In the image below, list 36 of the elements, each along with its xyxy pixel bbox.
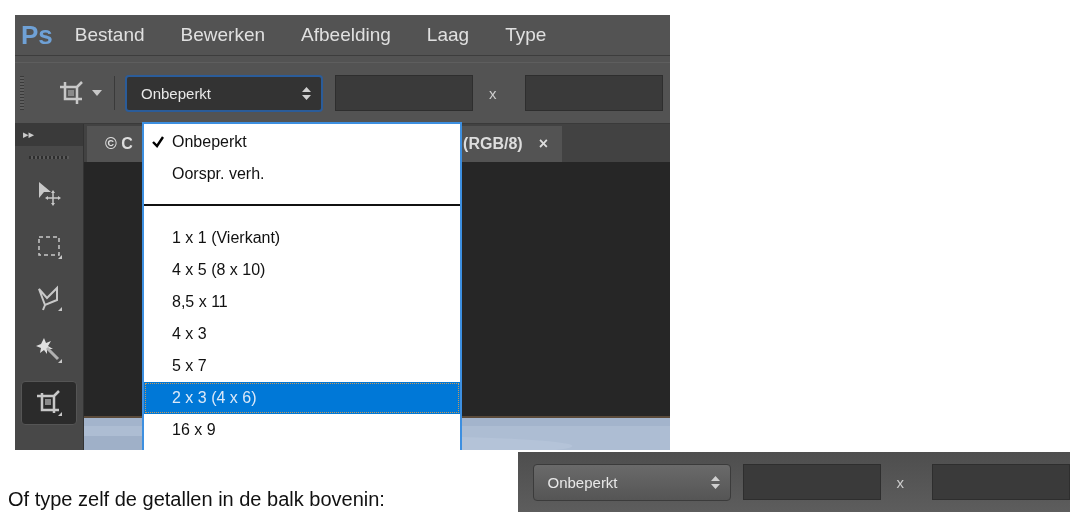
menu-item[interactable]: Laag [426, 24, 470, 46]
app-logo: Ps [21, 19, 53, 51]
menu-option[interactable]: 1 x 1 (Vierkant) [144, 222, 460, 254]
crop-icon[interactable] [58, 80, 84, 106]
times-label: x [489, 84, 497, 102]
times-label: x [896, 473, 904, 491]
menu-option[interactable]: Onbeperkt [144, 126, 460, 158]
menu-item[interactable]: Type [505, 24, 547, 46]
menu-option[interactable]: 5 x 7 [144, 350, 460, 382]
preset-select[interactable]: Onbeperkt [125, 74, 323, 112]
preset-select[interactable]: Onbeperkt [532, 463, 731, 501]
magic-wand-icon [35, 336, 63, 364]
updown-arrow-icon[interactable] [302, 86, 311, 100]
updown-arrow-icon[interactable] [710, 475, 720, 489]
tool-button[interactable] [21, 381, 77, 425]
caret-icon[interactable] [92, 90, 102, 96]
menu-item[interactable]: Bestand [74, 24, 145, 46]
menu-option[interactable]: 4 x 3 [144, 318, 460, 350]
crop-tool-icon [35, 389, 63, 417]
lasso-tool-icon [35, 284, 63, 312]
height-field[interactable] [524, 75, 663, 111]
menu-item[interactable]: Bewerken [180, 24, 266, 46]
width-field[interactable] [335, 75, 473, 111]
collapse-button[interactable]: ▸▸ [15, 124, 83, 146]
menu-option[interactable]: Oorspr. verh. [144, 158, 460, 190]
tab-title: (RGB/8) [463, 135, 523, 153]
height-field[interactable] [932, 464, 1070, 500]
close-button[interactable]: × [538, 135, 548, 153]
width-field[interactable] [742, 464, 881, 500]
tab-title: © C [105, 135, 133, 153]
menu-option[interactable]: 8,5 x 11 [144, 286, 460, 318]
menu-option[interactable]: 2 x 3 (4 x 6) [144, 382, 460, 414]
menu-option[interactable]: 16 x 9 [144, 414, 460, 446]
menu-item[interactable]: Afbeelding [301, 24, 391, 46]
caption-text: Of type zelf de getallen in de balk bovenin: [8, 488, 386, 511]
menu-option[interactable]: 4 x 5 (8 x 10) [144, 254, 460, 286]
